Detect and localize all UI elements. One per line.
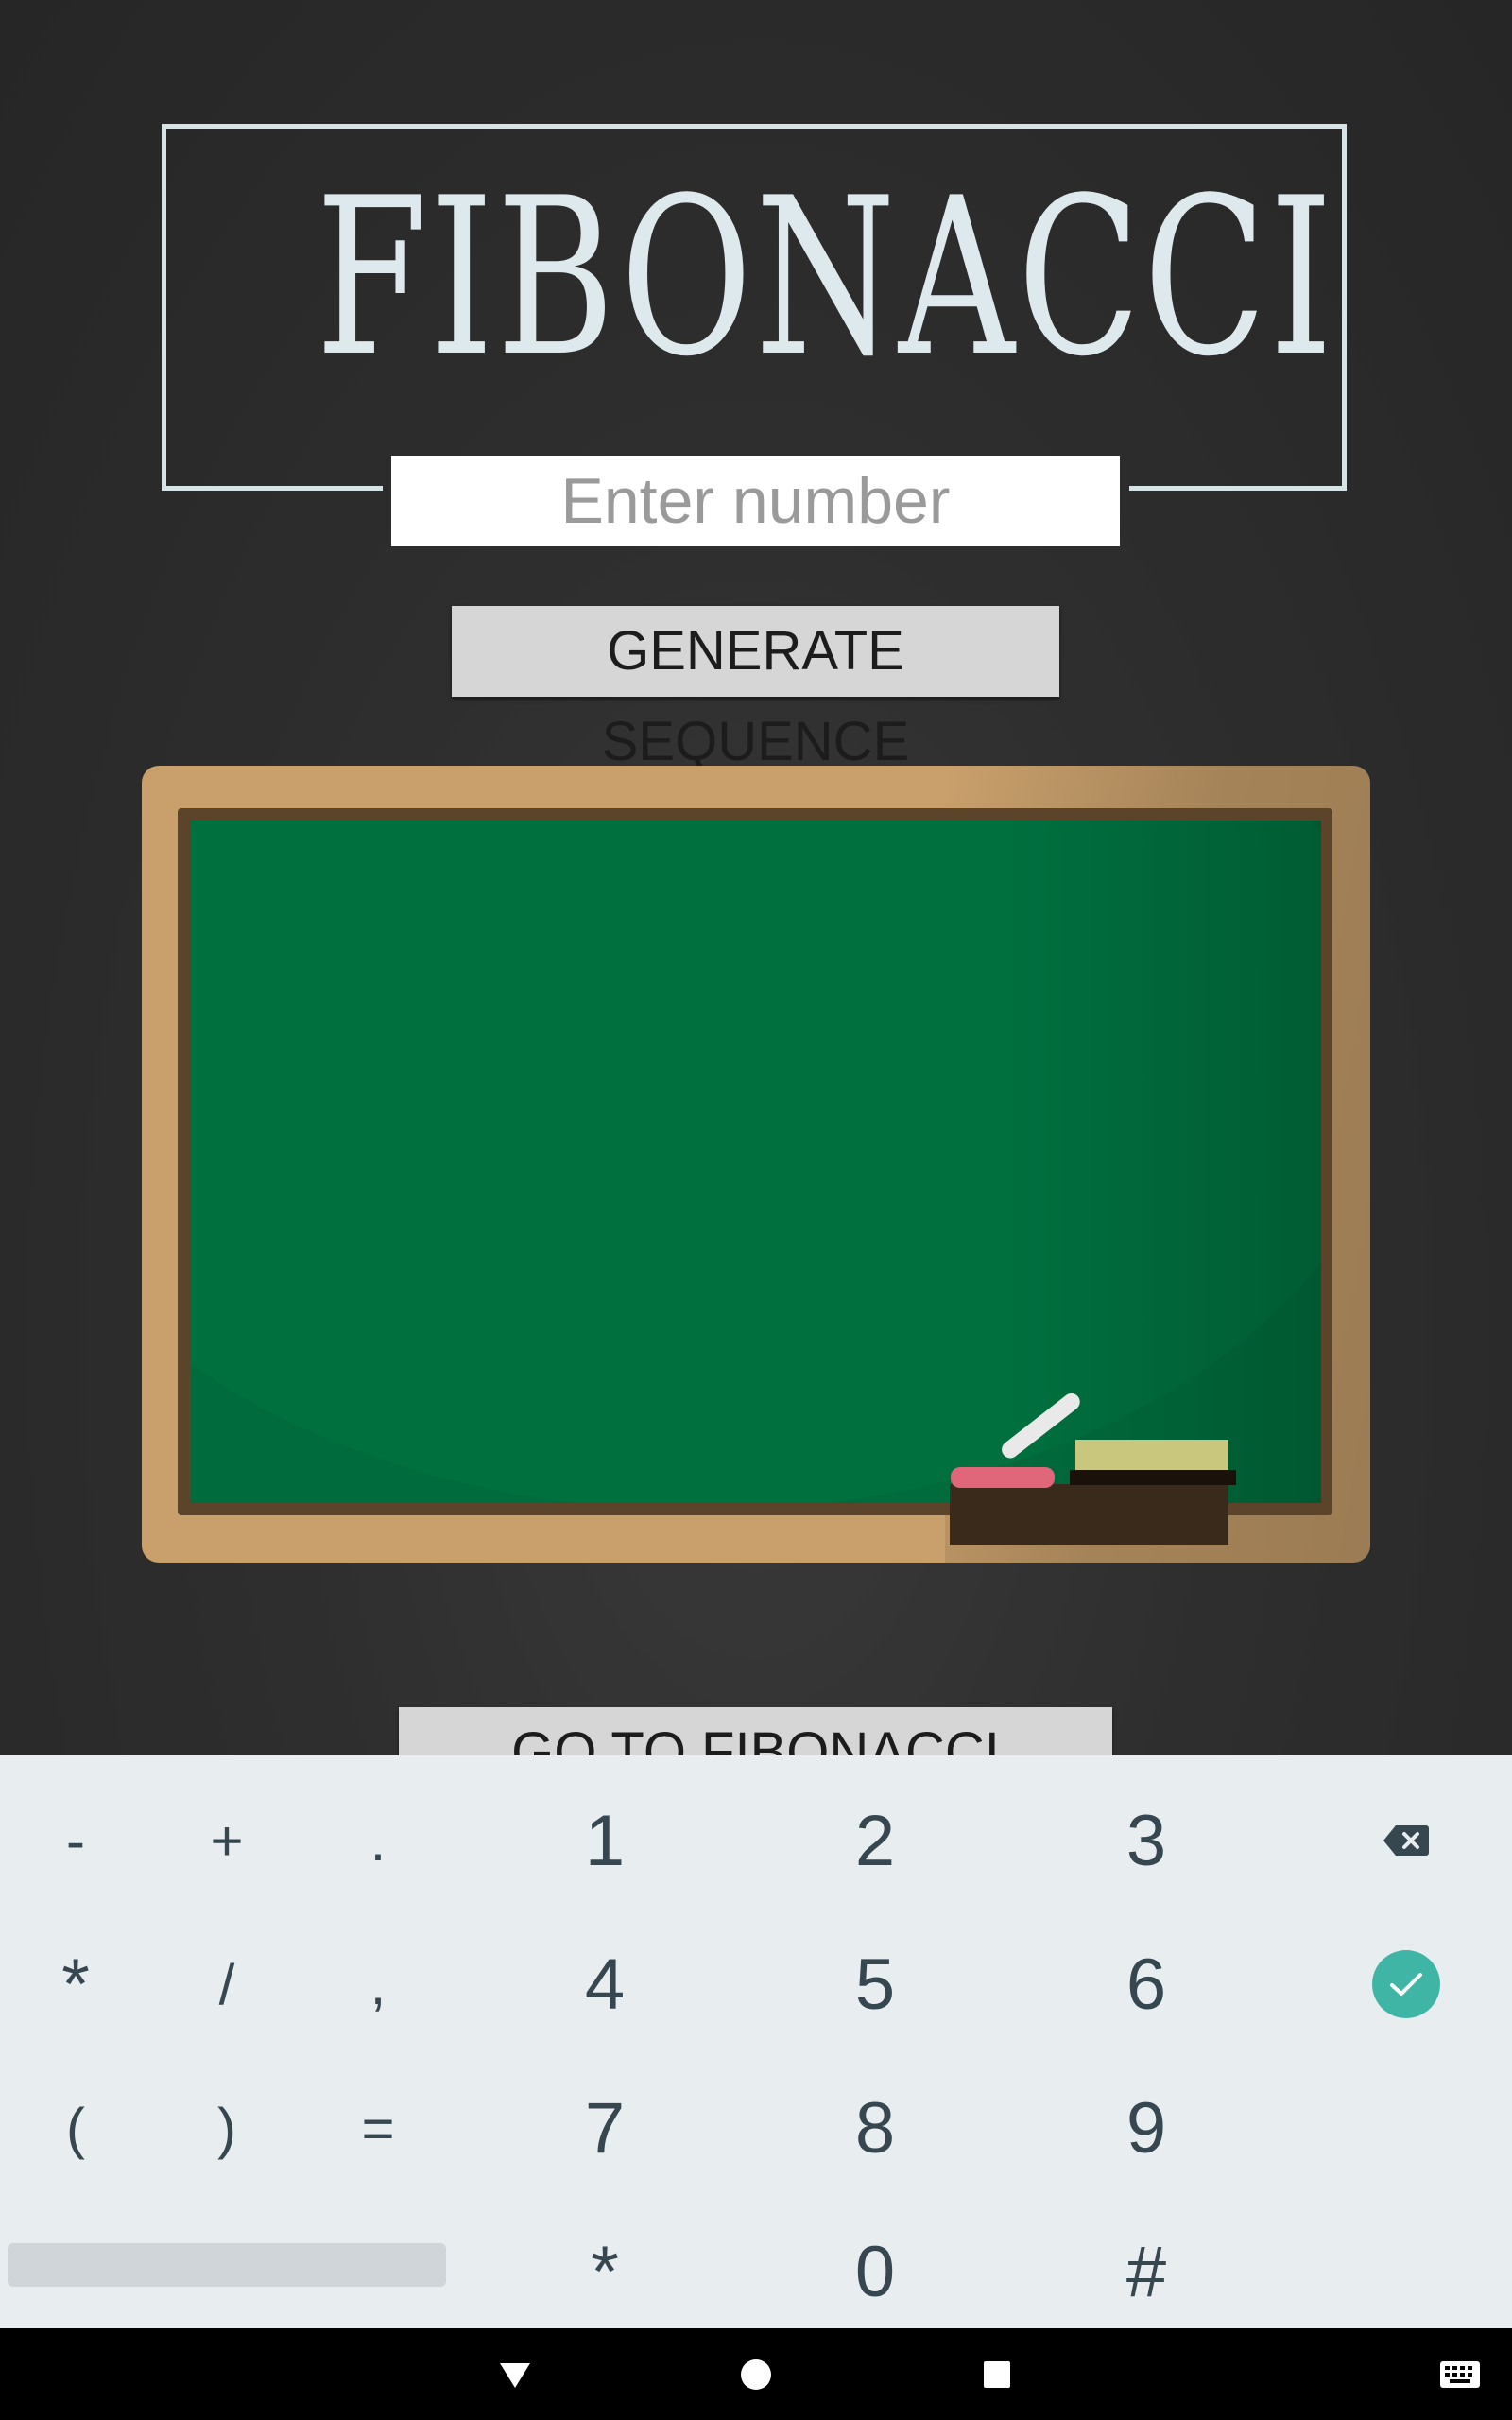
key-7[interactable]: 7 bbox=[529, 2081, 680, 2175]
eraser-base bbox=[1070, 1470, 1236, 1485]
key-5[interactable]: 5 bbox=[799, 1937, 951, 2031]
space-bar[interactable] bbox=[8, 2243, 446, 2287]
app-screen: FIBONACCI GENERATE SEQUENCE GO TO FIBONA… bbox=[0, 0, 1512, 1755]
key-equals[interactable]: = bbox=[321, 2081, 435, 2175]
key-open-paren[interactable]: ( bbox=[19, 2081, 132, 2175]
chalkboard-surface bbox=[191, 821, 1321, 1503]
key-comma[interactable]: , bbox=[321, 1937, 435, 2031]
key-minus[interactable]: - bbox=[19, 1793, 132, 1888]
key-plus[interactable]: + bbox=[170, 1793, 284, 1888]
generate-sequence-button[interactable]: GENERATE SEQUENCE bbox=[452, 606, 1059, 772]
key-hash[interactable]: # bbox=[1071, 2224, 1222, 2319]
app-title: FIBONACCI bbox=[316, 152, 1336, 405]
backspace-key[interactable] bbox=[1349, 1793, 1463, 1888]
numeric-keyboard: - + . 1 2 3 * / , 4 5 6 ( ) = 7 8 9 * 0 … bbox=[0, 1755, 1512, 2328]
key-slash[interactable]: / bbox=[170, 1937, 284, 2031]
key-3[interactable]: 3 bbox=[1071, 1793, 1222, 1888]
keyboard-switch-button[interactable] bbox=[1422, 2328, 1498, 2420]
backspace-icon bbox=[1383, 1825, 1429, 1856]
key-asterisk[interactable]: * bbox=[19, 1937, 132, 2031]
chalkboard-shadow bbox=[1004, 821, 1321, 1503]
key-1[interactable]: 1 bbox=[529, 1793, 680, 1888]
done-key[interactable] bbox=[1349, 1937, 1463, 2031]
key-0[interactable]: 0 bbox=[799, 2224, 951, 2319]
navigation-bar bbox=[0, 2328, 1512, 2420]
key-6[interactable]: 6 bbox=[1071, 1937, 1222, 2031]
check-icon bbox=[1390, 1973, 1422, 1996]
nav-back-button[interactable] bbox=[477, 2328, 553, 2420]
chalkboard-image bbox=[142, 766, 1370, 1563]
fibonacci-tester-button[interactable]: GO TO FIBONACCI TESTER bbox=[399, 1707, 1112, 1755]
back-icon bbox=[500, 2362, 530, 2388]
key-8[interactable]: 8 bbox=[799, 2081, 951, 2175]
number-input[interactable] bbox=[391, 456, 1120, 546]
chalk-tray bbox=[950, 1484, 1228, 1545]
nav-home-button[interactable] bbox=[718, 2328, 794, 2420]
key-4[interactable]: 4 bbox=[529, 1937, 680, 2031]
key-close-paren[interactable]: ) bbox=[170, 2081, 284, 2175]
keyboard-switch-icon bbox=[1440, 2360, 1480, 2388]
nav-recents-button[interactable] bbox=[959, 2328, 1035, 2420]
home-icon bbox=[741, 2359, 771, 2390]
pink-chalk bbox=[951, 1467, 1055, 1488]
key-star[interactable]: * bbox=[529, 2224, 680, 2319]
key-9[interactable]: 9 bbox=[1071, 2081, 1222, 2175]
key-2[interactable]: 2 bbox=[799, 1793, 951, 1888]
eraser bbox=[1075, 1440, 1228, 1470]
recents-icon bbox=[984, 2360, 1010, 2388]
key-period[interactable]: . bbox=[321, 1793, 435, 1888]
done-button-circle bbox=[1372, 1950, 1440, 2018]
